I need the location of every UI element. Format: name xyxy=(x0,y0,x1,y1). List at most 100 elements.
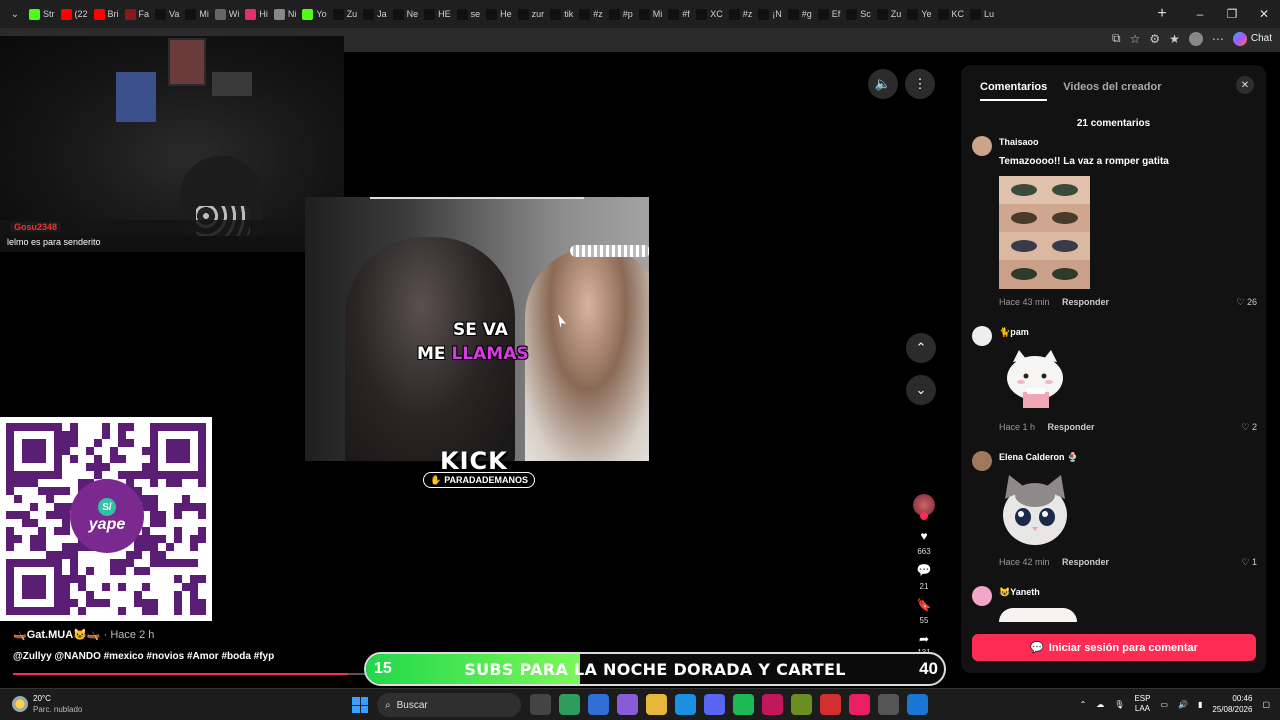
new-tab-button[interactable]: + xyxy=(1151,5,1173,23)
browser-tab[interactable]: Str xyxy=(26,2,58,26)
browser-tab[interactable]: KC xyxy=(935,2,968,26)
share-icon[interactable]: ➦ xyxy=(912,632,936,646)
close-window-icon[interactable]: ✕ xyxy=(1248,0,1280,28)
volume-tray-icon[interactable]: 🔊 xyxy=(1178,700,1188,709)
taskbar-search[interactable]: ⌕ Buscar xyxy=(377,693,521,717)
file-explorer-icon[interactable] xyxy=(646,694,667,715)
video-author[interactable]: 🛶Gat.MUA😺🛶 xyxy=(13,629,101,641)
comment-username[interactable]: Thaisaoo xyxy=(999,137,1039,147)
discord-icon[interactable] xyxy=(704,694,725,715)
maximize-icon[interactable]: ❐ xyxy=(1216,0,1248,28)
task-view-icon[interactable] xyxy=(530,694,551,715)
comment-like[interactable]: ♡ 26 xyxy=(1236,297,1257,308)
language-indicator[interactable]: ESP LAA xyxy=(1134,694,1150,714)
notification-icon[interactable]: ▢ xyxy=(1262,700,1270,709)
reply-button[interactable]: Responder xyxy=(1062,297,1109,307)
browser-tab[interactable]: se xyxy=(454,2,484,26)
edge-icon[interactable] xyxy=(675,694,696,715)
comment-username[interactable]: 🐈pam xyxy=(999,327,1029,338)
login-to-comment-button[interactable]: 💬 Iniciar sesión para comentar xyxy=(972,634,1256,661)
clock[interactable]: 00:46 25/08/2026 xyxy=(1212,693,1252,715)
weather-widget[interactable]: 20°C Parc. nublado xyxy=(12,693,82,715)
tab-comments[interactable]: Comentarios xyxy=(980,81,1048,101)
browser-tab[interactable]: Hi xyxy=(242,2,271,26)
browser-tab[interactable]: Lu xyxy=(967,2,997,26)
profile-avatar[interactable] xyxy=(1188,31,1203,46)
browser-tab[interactable]: Va xyxy=(152,2,182,26)
browser-tab[interactable]: Ef xyxy=(815,2,844,26)
volume-button[interactable]: 🔈 xyxy=(868,69,898,99)
spotify-icon[interactable] xyxy=(733,694,754,715)
copilot-app-icon[interactable] xyxy=(617,694,638,715)
browser-tab[interactable]: #p xyxy=(606,2,636,26)
browser-tab[interactable]: #g xyxy=(785,2,815,26)
tray-chevron-icon[interactable]: ⌃ xyxy=(1080,700,1087,709)
reply-button[interactable]: Responder xyxy=(1062,557,1109,567)
tab-menu-icon[interactable]: ⌄ xyxy=(4,3,26,25)
browser-tab[interactable]: #z xyxy=(726,2,756,26)
comment-icon[interactable]: 💬 xyxy=(912,563,936,577)
follow-plus-icon[interactable] xyxy=(920,512,928,520)
tiktok-icon[interactable] xyxy=(849,694,870,715)
start-button[interactable] xyxy=(352,697,368,713)
browser-tab[interactable]: He xyxy=(483,2,515,26)
browser-tab[interactable]: Zu xyxy=(330,2,361,26)
battery-icon[interactable]: ▮ xyxy=(1198,700,1202,709)
more-menu-icon[interactable]: ⋯ xyxy=(1212,32,1224,46)
browser-tab[interactable]: tik xyxy=(547,2,576,26)
comment-time: Hace 42 min xyxy=(999,557,1050,567)
browser-tab[interactable]: ¡N xyxy=(755,2,785,26)
app-icon[interactable] xyxy=(820,694,841,715)
bookmark-icon[interactable]: 🔖 xyxy=(912,598,936,612)
app-icon[interactable] xyxy=(559,694,580,715)
browser-tab[interactable]: Mi xyxy=(636,2,666,26)
browser-tab[interactable]: Fa xyxy=(122,2,153,26)
comment-like[interactable]: ♡ 2 xyxy=(1241,422,1257,433)
browser-tab[interactable]: Wi xyxy=(212,2,243,26)
browser-tab[interactable]: Sc xyxy=(843,2,874,26)
obs-icon[interactable] xyxy=(878,694,899,715)
close-panel-icon[interactable]: ✕ xyxy=(1236,76,1254,94)
comment-like[interactable]: ♡ 1 xyxy=(1241,557,1257,568)
comment-avatar[interactable] xyxy=(972,326,992,346)
browser-tab[interactable]: #z xyxy=(576,2,606,26)
browser-tab[interactable]: Ja xyxy=(360,2,390,26)
favorites-icon[interactable]: ★ xyxy=(1169,32,1180,46)
browser-tab[interactable]: XC xyxy=(693,2,726,26)
more-options-button[interactable]: ⋮ xyxy=(905,69,935,99)
browser-tab[interactable]: Mi xyxy=(182,2,212,26)
comment-username[interactable]: 😺Yaneth xyxy=(999,587,1040,598)
browser-tab[interactable]: Ye xyxy=(904,2,934,26)
app-icon[interactable] xyxy=(791,694,812,715)
network-icon[interactable]: ☁ xyxy=(1096,700,1104,709)
store-icon[interactable] xyxy=(588,694,609,715)
heart-icon[interactable]: ♥ xyxy=(912,529,936,543)
browser-tab[interactable]: Yo xyxy=(299,2,329,26)
reply-button[interactable]: Responder xyxy=(1048,422,1095,432)
browser-tab[interactable]: #f xyxy=(665,2,693,26)
browser-tab[interactable]: Ne xyxy=(390,2,422,26)
browser-tab[interactable]: Ni xyxy=(271,2,300,26)
microphone-icon[interactable]: 🎙 xyxy=(1114,700,1124,709)
app-icon[interactable] xyxy=(907,694,928,715)
browser-tab[interactable]: zur xyxy=(515,2,548,26)
browser-tab[interactable]: Bri xyxy=(91,2,122,26)
display-icon[interactable]: ▭ xyxy=(1160,700,1168,709)
video-description[interactable]: @Zullyy @NANDO #mexico #novios #Amor #bo… xyxy=(13,651,274,662)
copilot-chat-button[interactable]: Chat xyxy=(1232,31,1272,46)
browser-tab[interactable]: (22 xyxy=(58,2,91,26)
next-video-button[interactable]: ⌄ xyxy=(906,375,936,405)
browser-tab[interactable]: HE xyxy=(421,2,454,26)
comment-avatar[interactable] xyxy=(972,451,992,471)
comment-avatar[interactable] xyxy=(972,136,992,156)
previous-video-button[interactable]: ⌃ xyxy=(906,333,936,363)
extensions-icon[interactable]: ⚙ xyxy=(1149,32,1160,46)
open-in-app-icon[interactable]: ⧉ xyxy=(1112,31,1121,46)
tab-creator-videos[interactable]: Videos del creador xyxy=(1063,81,1161,101)
app-icon[interactable] xyxy=(762,694,783,715)
favorite-star-icon[interactable]: ☆ xyxy=(1130,32,1141,46)
comment-username[interactable]: Elena Calderon 🍨 xyxy=(999,452,1078,463)
minimize-icon[interactable]: – xyxy=(1184,0,1216,28)
comment-avatar[interactable] xyxy=(972,586,992,606)
browser-tab[interactable]: Zu xyxy=(874,2,905,26)
